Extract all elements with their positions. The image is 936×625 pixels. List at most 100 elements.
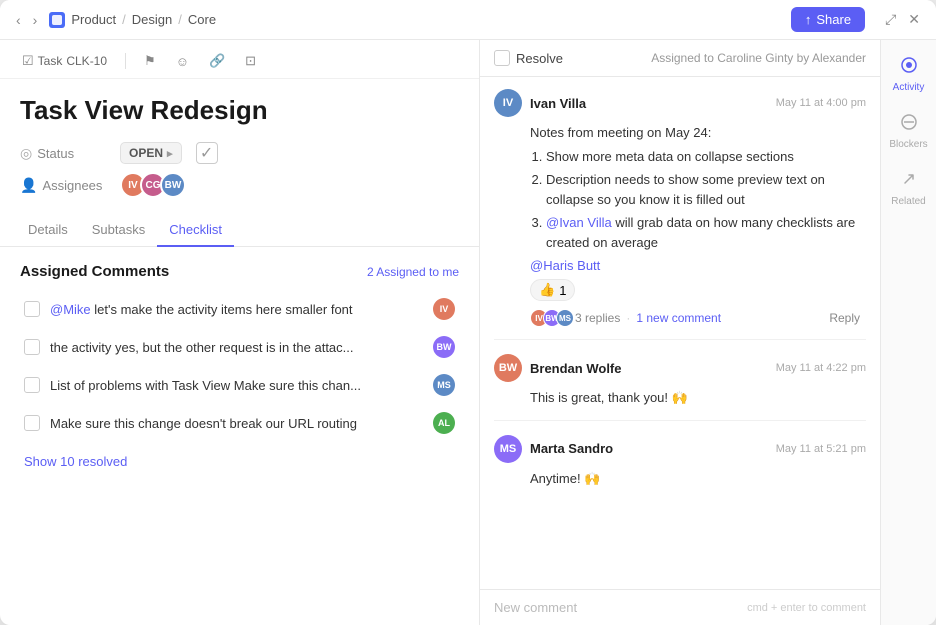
comment-text-brendan: This is great, thank you! 🙌 [530,388,866,408]
tabs: Details Subtasks Checklist [0,214,479,247]
item-avatar-3: MS [433,374,455,396]
share-button[interactable]: ↑ Share [791,7,865,32]
status-row: ◎ Status OPEN ▸ ✓ [20,142,459,164]
comment-list-item-3: @Ivan Villa will grab data on how many c… [546,213,866,252]
assignee-icon: 👤 [20,177,37,194]
assigned-badge[interactable]: 2 Assigned to me [367,265,459,279]
breadcrumb-design[interactable]: Design [132,12,172,27]
emoji-icon-thumbs: 👍 [539,282,555,298]
status-badge[interactable]: OPEN ▸ [120,142,182,164]
comment-list-item-1: Show more meta data on collapse sections [546,147,866,167]
breadcrumb-sep-1: / [122,12,126,27]
comment-footer-ivan: IV BW MS 3 replies · 1 new comment Reply [494,309,866,327]
new-comment-badge[interactable]: 1 new comment [636,311,721,325]
avatar-marta: MS [494,435,522,463]
mention-haris: @Haris Butt [530,258,600,273]
replies-count[interactable]: 3 replies [575,311,620,325]
resolve-label[interactable]: Resolve [516,51,563,66]
titlebar: ‹ › Product / Design / Core ↑ Share ⤢ ✕ [0,0,936,40]
side-tab-related-label: Related [891,196,925,207]
status-label: Status [37,146,74,161]
comment-thread-brendan: BW Brendan Wolfe May 11 at 4:22 pm This … [494,354,866,421]
breadcrumb-core[interactable]: Core [188,12,216,27]
show-resolved-link[interactable]: Show 10 resolved [20,452,459,471]
avatar-brendan: BW [494,354,522,382]
activity-header: Resolve Assigned to Caroline Ginty by Al… [480,40,880,77]
emoji-count: 1 [559,283,566,298]
nav-controls: ‹ › [12,10,41,30]
comment-input[interactable] [494,600,739,615]
side-tabs: Activity Blockers [880,40,936,625]
image-button[interactable]: ⊡ [239,50,262,72]
side-tab-blockers[interactable]: Blockers [884,105,934,158]
check-box-1[interactable] [24,301,40,317]
link-button[interactable]: 🔗 [203,50,231,72]
app-window: ‹ › Product / Design / Core ↑ Share ⤢ ✕ [0,0,936,625]
tab-checklist[interactable]: Checklist [157,214,234,247]
assignees-label-text: 👤 Assignees [20,177,110,194]
product-icon [49,12,65,28]
resize-button[interactable]: ⤢ [881,9,900,30]
flag-button[interactable]: ⚑ [138,50,162,72]
side-tab-related[interactable]: Related [884,162,934,215]
task-icon: ☑ [22,53,34,69]
breadcrumb-product[interactable]: Product [71,12,116,27]
reply-button-ivan[interactable]: Reply [823,309,866,327]
back-button[interactable]: ‹ [12,10,25,30]
task-type-item[interactable]: ☑ Task CLK-10 [16,50,113,72]
checklist-item[interactable]: @Mike let's make the activity items here… [20,292,459,326]
image-icon: ⊡ [245,53,256,69]
status-check-button[interactable]: ✓ [196,142,218,164]
comment-list: Show more meta data on collapse sections… [530,147,866,253]
item-text-1: @Mike let's make the activity items here… [50,302,423,317]
breadcrumb-sep-2: / [178,12,182,27]
reply-avatars: IV BW MS [530,309,569,327]
emoji-reaction[interactable]: 👍 1 [530,279,575,301]
check-box-3[interactable] [24,377,40,393]
emoji-icon: ☺ [176,54,189,69]
tab-details[interactable]: Details [16,214,80,247]
tab-subtasks[interactable]: Subtasks [80,214,157,247]
section-header: Assigned Comments 2 Assigned to me [20,263,459,280]
resolve-check: Resolve [494,50,563,66]
avatar-3: BW [160,172,186,198]
comment-body-ivan: Notes from meeting on May 24: Show more … [494,123,866,252]
checklist-item[interactable]: Make sure this change doesn't break our … [20,406,459,440]
emoji-button[interactable]: ☺ [170,51,195,72]
resolve-checkbox[interactable] [494,50,510,66]
item-text-2: the activity yes, but the other request … [50,340,423,355]
checklist-item[interactable]: the activity yes, but the other request … [20,330,459,364]
comment-body-brendan: This is great, thank you! 🙌 [494,388,866,408]
item-avatar-4: AL [433,412,455,434]
comment-time-marta: May 11 at 5:21 pm [776,443,866,455]
share-icon: ↑ [805,12,812,27]
comment-header-ivan: IV Ivan Villa May 11 at 4:00 pm [494,89,866,117]
assignee-avatars[interactable]: IV CG BW [120,172,180,198]
close-button[interactable]: ✕ [904,9,924,30]
side-tab-activity[interactable]: Activity [884,48,934,101]
checklist-item[interactable]: List of problems with Task View Make sur… [20,368,459,402]
task-label: Task [38,54,63,68]
checklist-content: Assigned Comments 2 Assigned to me @Mike… [0,247,479,625]
item-text-4: Make sure this change doesn't break our … [50,416,423,431]
check-box-4[interactable] [24,415,40,431]
status-icon: ◎ [20,145,32,162]
task-title: Task View Redesign [20,95,459,126]
left-panel: ☑ Task CLK-10 ⚑ ☺ 🔗 ⊡ [0,40,480,625]
comment-mention-haris: @Haris Butt [494,258,866,273]
comment-name-marta: Marta Sandro [530,441,768,456]
forward-button[interactable]: › [29,10,42,30]
task-title-area: Task View Redesign [0,79,479,134]
comment-hint: cmd + enter to comment [747,602,866,614]
comment-input-area: cmd + enter to comment [480,589,880,625]
flag-icon: ⚑ [144,53,156,69]
task-id: CLK-10 [66,54,107,68]
assignees-label: Assignees [42,178,102,193]
mention-mike: @Mike [50,302,91,317]
task-toolbar: ☑ Task CLK-10 ⚑ ☺ 🔗 ⊡ [0,40,479,79]
comment-time-brendan: May 11 at 4:22 pm [776,362,866,374]
check-box-2[interactable] [24,339,40,355]
assigned-info: Assigned to Caroline Ginty by Alexander [651,51,866,65]
comment-name-brendan: Brendan Wolfe [530,361,768,376]
side-tab-blockers-label: Blockers [889,139,927,150]
